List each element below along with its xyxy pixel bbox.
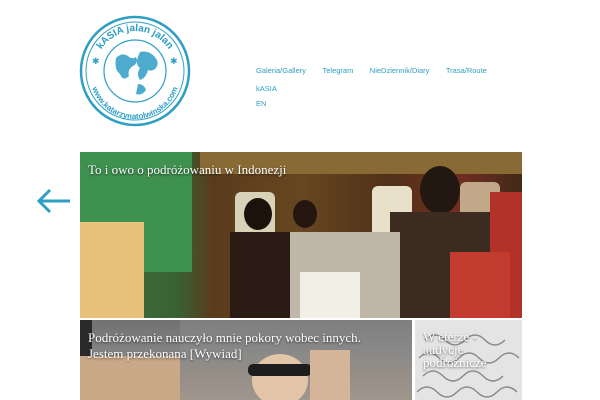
carousel-prev-button[interactable] — [36, 188, 72, 214]
nav-item-gallery[interactable]: Galeria/Gallery — [256, 65, 306, 77]
nav-item-diary[interactable]: NieDziennik/Diary — [370, 65, 430, 77]
svg-text:✱: ✱ — [92, 57, 100, 67]
post-title[interactable]: W eterze - audycje podróżnicze — [423, 330, 513, 369]
nav-item-telegram[interactable]: Telegram — [322, 65, 353, 77]
featured-post-card[interactable]: To i owo o podróżowaniu w Indonezji — [80, 152, 522, 318]
featured-post-title[interactable]: To i owo o podróżowaniu w Indonezji — [88, 162, 286, 178]
post-card[interactable]: W eterze - audycje podróżnicze — [415, 320, 522, 400]
logo-text-top: kASIA jalan jalan — [95, 23, 176, 51]
nav-item-kasia[interactable]: kASIA — [256, 83, 277, 95]
svg-text:kASIA jalan jalan: kASIA jalan jalan — [95, 23, 176, 51]
post-card[interactable]: Podróżowanie nauczyło mnie pokory wobec … — [80, 320, 412, 400]
nav-item-language-en[interactable]: EN — [256, 98, 504, 110]
post-title[interactable]: Podróżowanie nauczyło mnie pokory wobec … — [88, 330, 378, 362]
nav-item-route[interactable]: Trasa/Route — [446, 65, 487, 77]
globe-logo-icon: kASIA jalan jalan www.katarzynatolwinska… — [79, 15, 191, 127]
arrow-left-icon — [36, 188, 70, 214]
main-nav: Galeria/Gallery Telegram NieDziennik/Dia… — [256, 60, 516, 110]
site-logo[interactable]: kASIA jalan jalan www.katarzynatolwinska… — [78, 14, 192, 128]
svg-text:✱: ✱ — [170, 57, 178, 67]
